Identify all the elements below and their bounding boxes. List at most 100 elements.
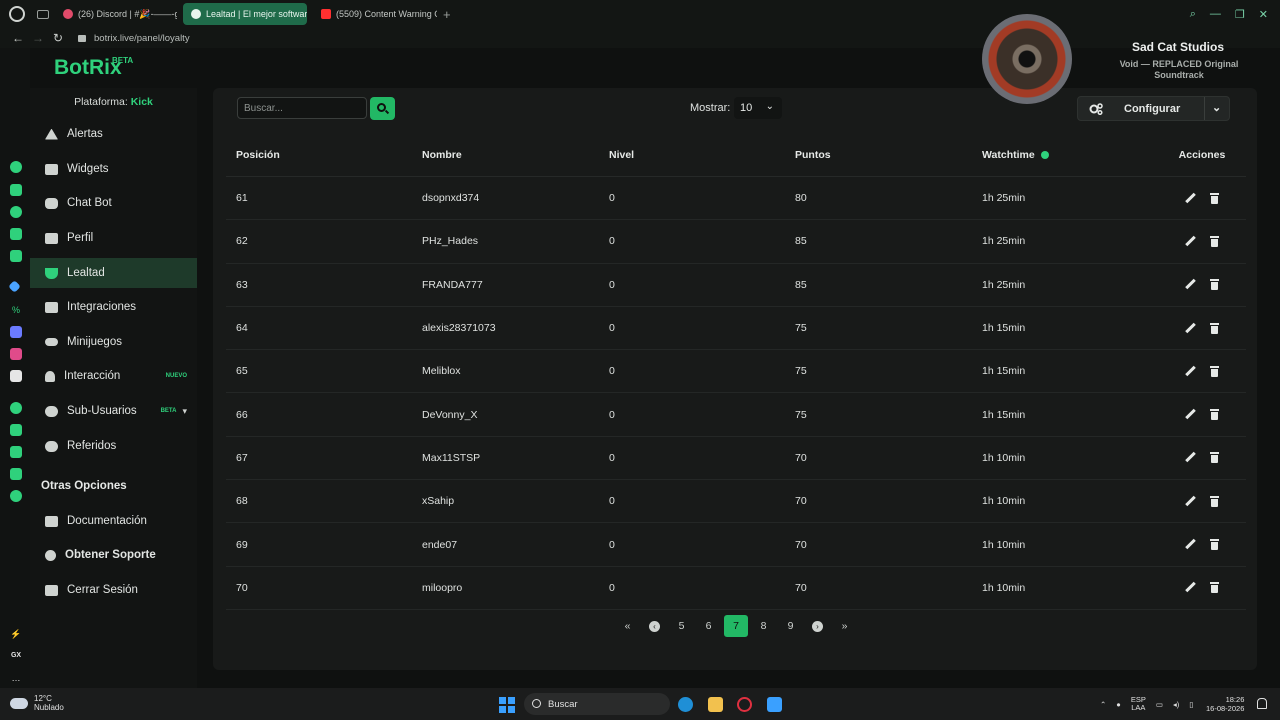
sidebar-item-chat-bot[interactable]: Chat Bot: [30, 188, 197, 218]
health-icon[interactable]: [10, 161, 22, 173]
column-header-nivel[interactable]: Nivel: [599, 149, 785, 161]
edit-icon[interactable]: [1185, 236, 1196, 247]
app-sidebar: Plataforma: Kick Alertas Widgets Chat Bo…: [30, 88, 197, 688]
notes-icon[interactable]: [10, 424, 22, 436]
trash-icon[interactable]: [1210, 322, 1219, 334]
trash-icon[interactable]: [1210, 279, 1219, 291]
brand-beta-badge: BETA: [112, 56, 134, 65]
volume-icon[interactable]: ◂): [1173, 700, 1179, 709]
clock[interactable]: 18:26 16-08-2026: [1206, 695, 1244, 713]
music-icon: [45, 370, 55, 382]
edit-icon[interactable]: [1185, 539, 1196, 550]
tab-list-icon[interactable]: [37, 9, 49, 19]
page-8-button[interactable]: 8: [750, 615, 777, 637]
back-arrow-icon[interactable]: ←: [10, 31, 26, 45]
edit-icon[interactable]: [1185, 193, 1196, 204]
trash-icon[interactable]: [1210, 582, 1219, 594]
forward-arrow-icon[interactable]: →: [30, 31, 46, 45]
opera-gx-icon[interactable]: [737, 697, 752, 712]
prev-page-button[interactable]: ‹: [641, 615, 668, 637]
discord-icon[interactable]: [10, 326, 22, 338]
percent-icon[interactable]: %: [10, 304, 22, 316]
search-button[interactable]: [370, 97, 395, 120]
sidebar-item-documentacion[interactable]: Documentación: [30, 506, 197, 536]
sidebar-item-obtener-soporte[interactable]: Obtener Soporte: [30, 540, 197, 570]
sidebar-item-alertas[interactable]: Alertas: [30, 119, 197, 149]
weather-widget[interactable]: 12°C Nublado: [10, 694, 64, 712]
page-5-button[interactable]: 5: [668, 615, 695, 637]
edit-icon[interactable]: [1185, 452, 1196, 463]
sidebar-item-referidos[interactable]: Referidos: [30, 431, 197, 461]
browser-tab-lealtad[interactable]: Lealtad | El mejor software: [183, 3, 307, 25]
edit-icon[interactable]: [1185, 409, 1196, 420]
extension-icon[interactable]: [10, 184, 22, 196]
sidebar-item-interaccion[interactable]: Interacción NUEVO: [30, 361, 197, 391]
wallet-icon[interactable]: [10, 468, 22, 480]
file-explorer-icon[interactable]: [708, 697, 723, 712]
edit-icon[interactable]: [1185, 582, 1196, 593]
edit-icon[interactable]: [1185, 279, 1196, 290]
sidebar-item-widgets[interactable]: Widgets: [30, 154, 197, 184]
edge-icon[interactable]: [678, 697, 693, 712]
page-6-button[interactable]: 6: [695, 615, 722, 637]
chevron-up-icon[interactable]: ⌃: [1100, 700, 1106, 709]
info-icon[interactable]: [1040, 150, 1049, 159]
gift-icon[interactable]: [10, 250, 22, 262]
aria-icon[interactable]: [8, 280, 21, 293]
last-page-button[interactable]: »: [831, 615, 858, 637]
tiktok-icon[interactable]: [10, 370, 22, 382]
page-7-button[interactable]: 7: [724, 615, 748, 637]
trash-icon[interactable]: [1210, 495, 1219, 507]
sidebar-item-sub-usuarios[interactable]: Sub-Usuarios BETA ▾: [30, 396, 197, 426]
trash-icon[interactable]: [1210, 452, 1219, 464]
trash-icon[interactable]: [1210, 235, 1219, 247]
eye-icon[interactable]: [10, 206, 22, 218]
spotify-icon[interactable]: [10, 402, 22, 414]
edit-icon[interactable]: [1185, 366, 1196, 377]
battery-icon[interactable]: ▯: [1189, 700, 1193, 709]
chevron-down-icon[interactable]: ▾: [182, 406, 187, 417]
search-input[interactable]: [237, 97, 367, 119]
table-row: 69 ende07 0 70 1h 10min: [226, 523, 1246, 567]
more-dots-icon[interactable]: …: [10, 672, 22, 684]
microphone-icon[interactable]: ●: [1116, 700, 1121, 709]
gx-corner-icon[interactable]: ⚡: [10, 628, 22, 640]
instagram-icon[interactable]: [10, 348, 22, 360]
sidebar-item-minijuegos[interactable]: Minijuegos: [30, 327, 197, 357]
taskbar-search[interactable]: Buscar: [524, 693, 670, 715]
column-header-posicion[interactable]: Posición: [226, 149, 412, 161]
settings-gear-icon[interactable]: [10, 490, 22, 502]
edit-icon[interactable]: [1185, 323, 1196, 334]
page-9-button[interactable]: 9: [777, 615, 804, 637]
trash-icon[interactable]: [1210, 365, 1219, 377]
trash-icon[interactable]: [1210, 409, 1219, 421]
browser-tab-discord[interactable]: (26) Discord | #🎉-——-gene: [55, 3, 177, 25]
network-icon[interactable]: ▭: [1156, 700, 1163, 709]
notification-bell-icon[interactable]: [1257, 698, 1267, 709]
first-page-button[interactable]: «: [614, 615, 641, 637]
sidebar-item-integraciones[interactable]: Integraciones: [30, 292, 197, 322]
trash-icon[interactable]: [1210, 539, 1219, 551]
sidebar-item-cerrar-sesion[interactable]: Cerrar Sesión: [30, 575, 197, 605]
sidebar-item-lealtad[interactable]: Lealtad: [30, 258, 197, 288]
chevron-right-icon: ›: [812, 620, 823, 632]
column-header-nombre[interactable]: Nombre: [412, 149, 599, 161]
player-icon[interactable]: [10, 446, 22, 458]
gx-icon[interactable]: GX: [10, 650, 22, 662]
show-entries-select[interactable]: 10 ⌄: [734, 97, 782, 119]
new-tab-plus-icon[interactable]: +: [443, 7, 451, 22]
reload-icon[interactable]: ↻: [50, 31, 66, 45]
cube-icon[interactable]: [10, 228, 22, 240]
language-indicator[interactable]: ESP LAA: [1131, 696, 1146, 712]
browser-tab-youtube[interactable]: (5509) Content Warning Co: [313, 3, 437, 25]
sidebar-item-perfil[interactable]: Perfil: [30, 223, 197, 253]
trash-icon[interactable]: [1210, 192, 1219, 204]
next-page-button[interactable]: ›: [804, 615, 831, 637]
edit-icon[interactable]: [1185, 496, 1196, 507]
notepad-icon[interactable]: [767, 697, 782, 712]
windows-start-icon[interactable]: [499, 697, 515, 713]
column-header-watchtime[interactable]: Watchtime: [972, 149, 1158, 161]
column-header-puntos[interactable]: Puntos: [785, 149, 972, 161]
opera-logo-icon[interactable]: [9, 6, 25, 22]
url-field[interactable]: botrix.live/panel/loyalty: [94, 33, 190, 44]
